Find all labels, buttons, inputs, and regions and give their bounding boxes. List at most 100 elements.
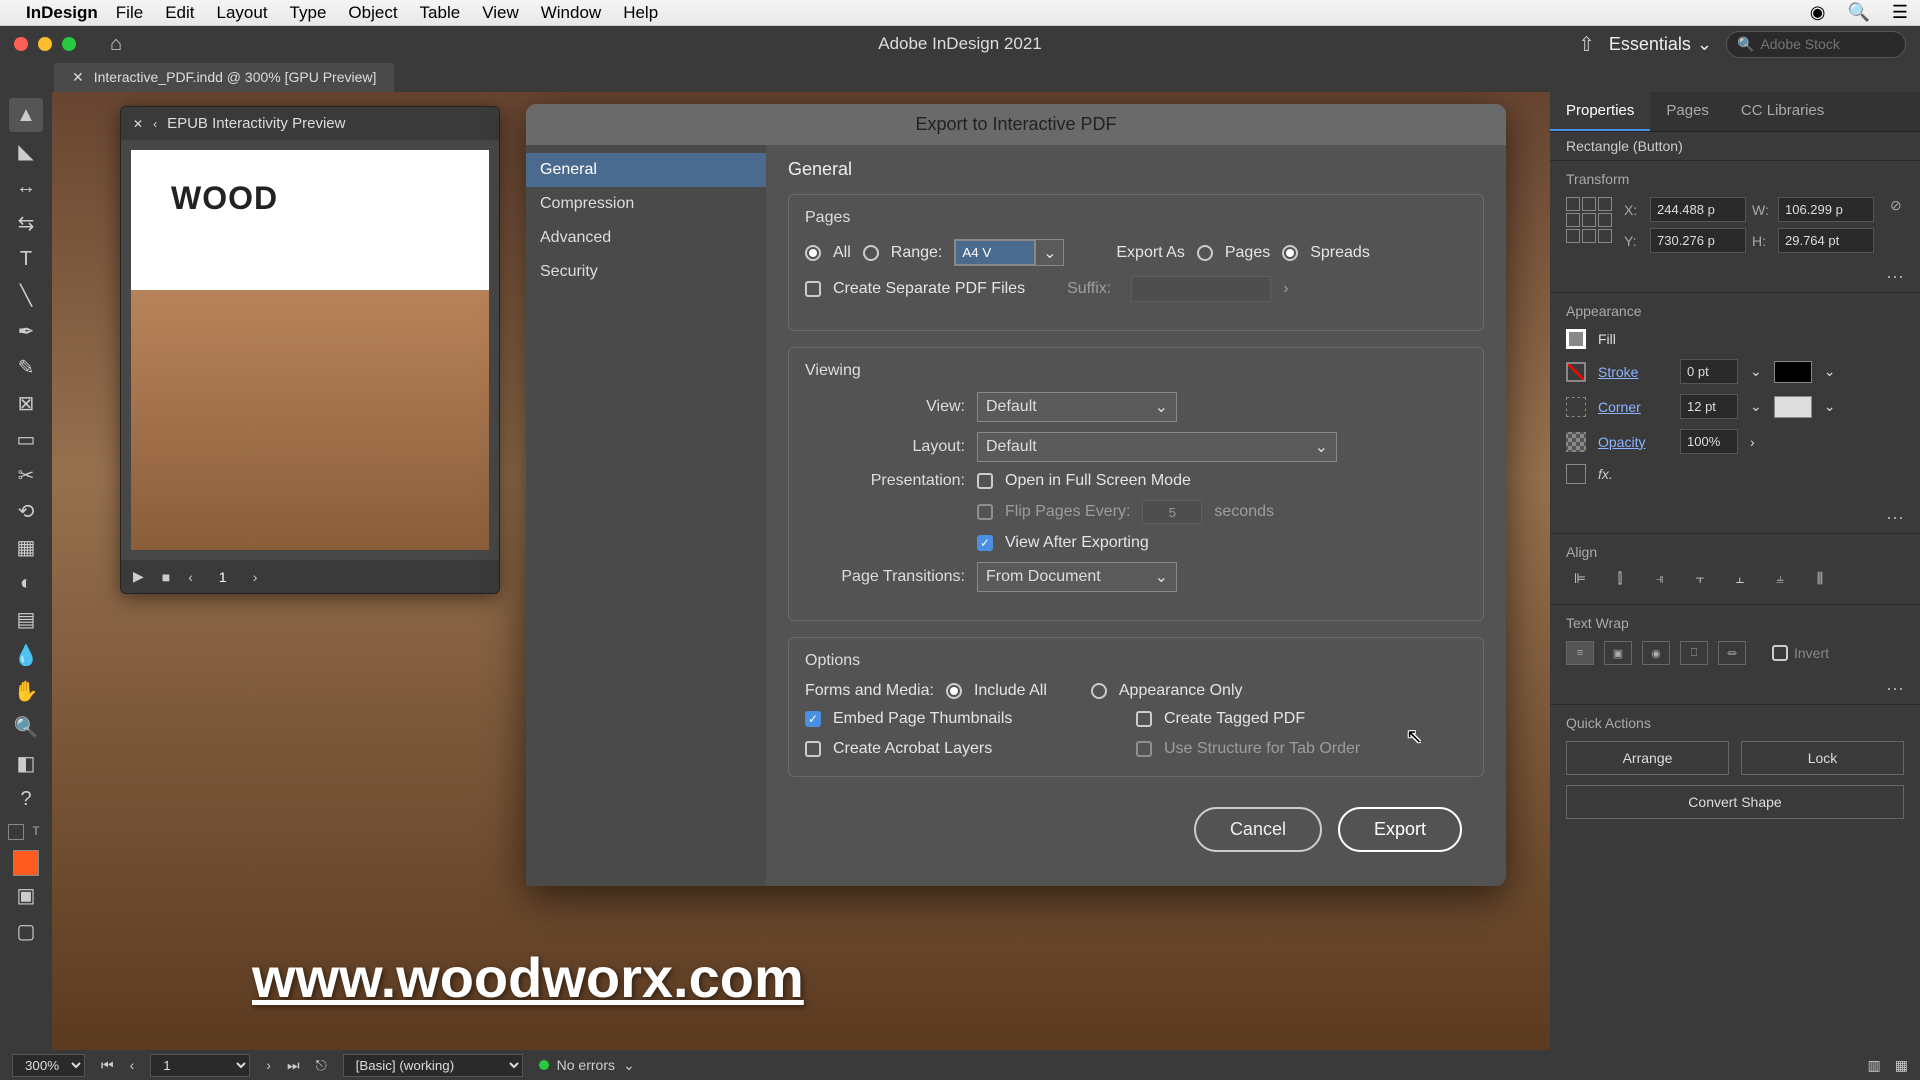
radio-pages[interactable] <box>1197 245 1213 261</box>
lock-button[interactable]: Lock <box>1741 741 1904 775</box>
more-options-icon[interactable]: ⋯ <box>1550 263 1920 292</box>
workspace-dropdown[interactable]: Essentials⌄ <box>1609 34 1712 55</box>
checkbox-separate-pdf[interactable] <box>805 281 821 297</box>
eyedropper-tool[interactable]: 💧 <box>9 638 43 672</box>
checkbox-view-after[interactable] <box>977 535 993 551</box>
menu-view[interactable]: View <box>482 3 519 23</box>
view-mode-tool[interactable]: ▣ <box>9 878 43 912</box>
fx-icon[interactable]: fx. <box>1598 466 1613 482</box>
first-page-icon[interactable]: ⏮ <box>101 1057 114 1074</box>
close-icon[interactable]: ✕ <box>133 117 143 131</box>
chevron-down-icon[interactable]: ⌄ <box>1035 240 1063 265</box>
chevron-left-icon[interactable]: ‹ <box>153 117 157 131</box>
share-icon[interactable]: ⇧ <box>1578 32 1595 57</box>
line-tool[interactable]: ╲ <box>9 278 43 312</box>
rectangle-frame-tool[interactable]: ⊠ <box>9 386 43 420</box>
hand-tool[interactable]: ✋ <box>9 674 43 708</box>
align-right-icon[interactable]: ⫣ <box>1646 570 1674 594</box>
preflight-status[interactable]: No errors ⌄ <box>539 1057 635 1074</box>
pencil-tool[interactable]: ✎ <box>9 350 43 384</box>
align-bottom-icon[interactable]: ⫨ <box>1766 570 1794 594</box>
align-top-icon[interactable]: ⫟ <box>1686 570 1714 594</box>
zoom-tool[interactable]: 🔍 <box>9 710 43 744</box>
direct-selection-tool[interactable]: ◣ <box>9 134 43 168</box>
color-theme-tool[interactable]: ◧ <box>9 746 43 780</box>
tab-properties[interactable]: Properties <box>1550 92 1650 131</box>
help-tool[interactable]: ? <box>9 782 43 816</box>
checkbox-acrobat-layers[interactable] <box>805 741 821 757</box>
corner-field[interactable] <box>1680 394 1738 419</box>
window-minimize[interactable] <box>38 37 52 51</box>
menu-object[interactable]: Object <box>348 3 397 23</box>
tab-cc-libraries[interactable]: CC Libraries <box>1725 92 1840 131</box>
cancel-button[interactable]: Cancel <box>1194 807 1322 852</box>
stroke-weight-field[interactable] <box>1680 359 1738 384</box>
chevron-right-icon[interactable]: › <box>1750 434 1755 450</box>
view-grid-icon[interactable]: ▦ <box>1895 1057 1908 1074</box>
align-center-v-icon[interactable]: ⫠ <box>1726 570 1754 594</box>
gap-tool[interactable]: ⇆ <box>9 206 43 240</box>
corner-style-chip[interactable] <box>1774 396 1812 418</box>
prev-page-icon[interactable]: ‹ <box>188 569 193 585</box>
epub-preview-panel[interactable]: ✕ ‹ EPUB Interactivity Preview WOOD ▶ ■ … <box>120 106 500 594</box>
view-split-icon[interactable]: ▥ <box>1868 1057 1881 1074</box>
tab-pages[interactable]: Pages <box>1650 92 1725 131</box>
radio-range[interactable] <box>863 245 879 261</box>
export-button[interactable]: Export <box>1338 807 1462 852</box>
scissors-tool[interactable]: ✂ <box>9 458 43 492</box>
range-input[interactable] <box>955 240 1035 265</box>
menu-table[interactable]: Table <box>420 3 461 23</box>
y-field[interactable] <box>1650 228 1746 253</box>
document-tab[interactable]: ✕ Interactive_PDF.indd @ 300% [GPU Previ… <box>54 63 394 92</box>
range-combo[interactable]: ⌄ <box>954 239 1064 266</box>
convert-shape-button[interactable]: Convert Shape <box>1566 785 1904 819</box>
menu-list-icon[interactable]: ☰ <box>1892 2 1908 23</box>
opacity-field[interactable] <box>1680 429 1738 454</box>
cc-icon[interactable]: ◉ <box>1810 2 1826 23</box>
document-canvas[interactable]: www.woodworx.com ✕ ‹ EPUB Interactivity … <box>52 92 1550 1050</box>
radio-all[interactable] <box>805 245 821 261</box>
stop-icon[interactable]: ■ <box>162 569 170 585</box>
stroke-swatch-icon[interactable] <box>1566 362 1586 382</box>
free-transform-tool[interactable]: ⟲ <box>9 494 43 528</box>
transitions-select[interactable]: From Document⌄ <box>977 562 1177 592</box>
menu-layout[interactable]: Layout <box>217 3 268 23</box>
radio-include-all[interactable] <box>946 683 962 699</box>
checkbox-embed-thumbs[interactable] <box>805 711 821 727</box>
home-icon[interactable]: ⌂ <box>110 33 122 56</box>
gradient-swatch-tool[interactable]: ▦ <box>9 530 43 564</box>
w-field[interactable] <box>1778 197 1874 222</box>
more-options-icon[interactable]: ⋯ <box>1550 504 1920 533</box>
checkbox-tagged-pdf[interactable] <box>1136 711 1152 727</box>
fill-color-swatch[interactable] <box>13 850 39 876</box>
wrap-none-icon[interactable]: ≡ <box>1566 641 1594 665</box>
x-field[interactable] <box>1650 197 1746 222</box>
constrain-icon[interactable]: ⊘ <box>1890 197 1902 214</box>
zoom-dropdown[interactable]: 300% <box>12 1054 85 1077</box>
gradient-feather-tool[interactable]: ◐ <box>9 566 43 600</box>
next-page-icon[interactable]: › <box>253 569 258 585</box>
more-options-icon[interactable]: ⋯ <box>1550 675 1920 704</box>
sidebar-item-general[interactable]: General <box>526 153 766 187</box>
checkbox-full-screen[interactable] <box>977 473 993 489</box>
pen-tool[interactable]: ✒ <box>9 314 43 348</box>
align-left-icon[interactable]: ⊫ <box>1566 570 1594 594</box>
layout-select[interactable]: Default⌄ <box>977 432 1337 462</box>
adobe-stock-input[interactable] <box>1760 36 1895 52</box>
play-icon[interactable]: ▶ <box>133 568 144 585</box>
chevron-down-icon[interactable]: ⌄ <box>1750 398 1762 415</box>
sidebar-item-security[interactable]: Security <box>526 255 766 289</box>
preflight-profile-dropdown[interactable]: [Basic] (working) <box>343 1054 523 1077</box>
wrap-bounding-icon[interactable]: ▣ <box>1604 641 1632 665</box>
view-select[interactable]: Default⌄ <box>977 392 1177 422</box>
close-icon[interactable]: ✕ <box>72 69 84 86</box>
menu-help[interactable]: Help <box>623 3 658 23</box>
fill-swatch-icon[interactable] <box>1566 329 1586 349</box>
page-dropdown[interactable]: 1 <box>150 1054 250 1077</box>
wrap-jump-icon[interactable]: ⎕ <box>1680 641 1708 665</box>
note-tool[interactable]: ▤ <box>9 602 43 636</box>
rectangle-tool[interactable]: ▭ <box>9 422 43 456</box>
h-field[interactable] <box>1778 228 1874 253</box>
prev-page-icon[interactable]: ‹ <box>130 1057 135 1073</box>
type-tool[interactable]: T <box>9 242 43 276</box>
